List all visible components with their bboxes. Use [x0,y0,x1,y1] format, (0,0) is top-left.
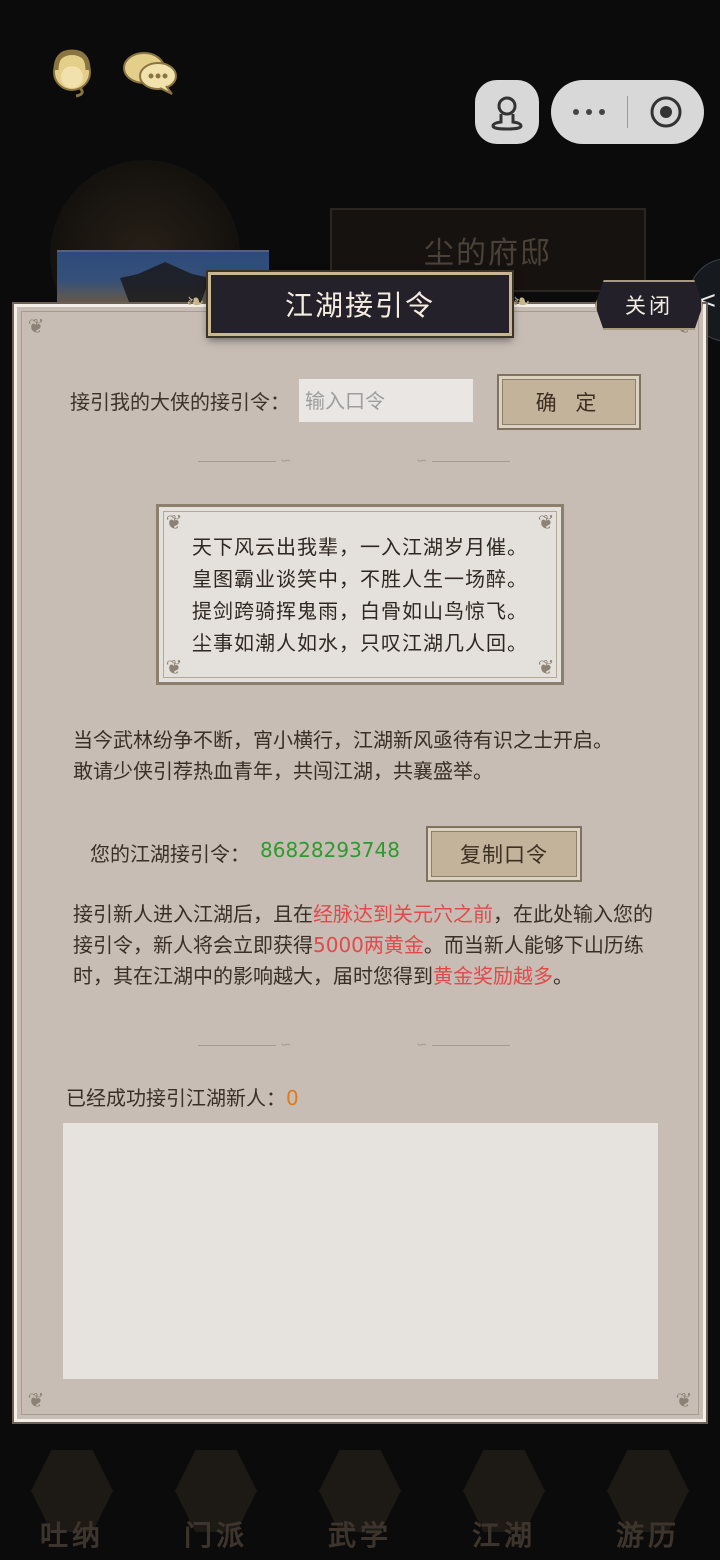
modal-title: 江湖接引令 [208,272,512,336]
nav-item-tuna[interactable]: 吐纳 [17,1444,127,1554]
nav-item-martial[interactable]: 武学 [305,1444,415,1554]
target-circle-icon[interactable] [628,95,704,129]
success-count-label: 已经成功接引江湖新人：0 [66,1086,299,1110]
close-button[interactable]: 关闭 [595,280,703,330]
corner-ornament-icon: ❦ [675,1388,693,1412]
title-ornament-left-icon: ❧ [186,290,205,315]
user-avatar-icon [491,96,523,131]
customer-service-icon[interactable] [46,44,102,100]
corner-ornament-icon: ❦ [537,510,555,534]
rule-text: 接引新人进入江湖后，且在经脉达到关元穴之前，在此处输入您的接引令，新人将会立即获… [73,902,653,988]
inviter-code-input[interactable] [299,379,473,422]
poem-line: 尘事如潮人如水，只叹江湖几人回。 [192,631,528,655]
divider-ornament: ∽ [198,453,296,469]
poem-line: 天下风云出我辈，一入江湖岁月催。 [192,535,528,559]
highlight-bonus: 黄金奖励越多 [433,964,553,988]
bottom-nav: 吐纳 门派 武学 江湖 游历 [0,1440,720,1560]
poem-line: 皇图霸业谈笑中，不胜人生一场醉。 [192,567,528,591]
nav-item-travel[interactable]: 游历 [593,1444,703,1554]
confirm-button[interactable]: 确 定 [497,374,641,430]
nav-item-jianghu[interactable]: 江湖 [449,1444,559,1554]
title-ornament-right-icon: ❧ [512,290,531,315]
my-code-value: 86828293748 [260,838,400,862]
intro-line: 敢请少侠引荐热血青年，共闯江湖，共襄盛举。 [73,759,493,783]
success-count-value: 0 [286,1086,299,1110]
corner-ornament-icon: ❦ [165,510,183,534]
highlight-reward: 5000两黄金 [313,933,424,957]
corner-ornament-icon: ❦ [537,655,555,679]
corner-ornament-icon: ❦ [165,655,183,679]
user-avatar-button[interactable] [475,80,539,144]
mini-program-capsule [551,80,704,144]
corner-ornament-icon: ❦ [27,314,45,338]
corner-ornament-icon: ❦ [27,1388,45,1412]
poem-line: 提剑跨骑挥鬼雨，白骨如山鸟惊飞。 [192,599,528,623]
chat-bubbles-icon[interactable] [120,44,177,100]
copy-code-button[interactable]: 复制口令 [426,826,582,882]
divider-ornament: ∽ [198,1037,296,1053]
intro-text: 当今武林纷争不断，宵小横行，江湖新风亟待有识之士开启。 敢请少侠引荐热血青年，共… [73,725,663,787]
more-dots-icon[interactable] [551,109,627,115]
intro-line: 当今武林纷争不断，宵小横行，江湖新风亟待有识之士开启。 [73,728,613,752]
inviter-code-label: 接引我的大侠的接引令： [70,389,290,414]
my-code-label: 您的江湖接引令： [90,842,250,866]
recruits-list-panel [63,1123,658,1379]
divider-ornament: ∽ [412,453,510,469]
nav-item-sect[interactable]: 门派 [161,1444,271,1554]
highlight-condition: 经脉达到关元穴之前 [313,902,493,926]
divider-ornament: ∽ [412,1037,510,1053]
poem-panel: ❦ ❦ ❦ ❦ 天下风云出我辈，一入江湖岁月催。 皇图霸业谈笑中，不胜人生一场醉… [156,504,564,685]
